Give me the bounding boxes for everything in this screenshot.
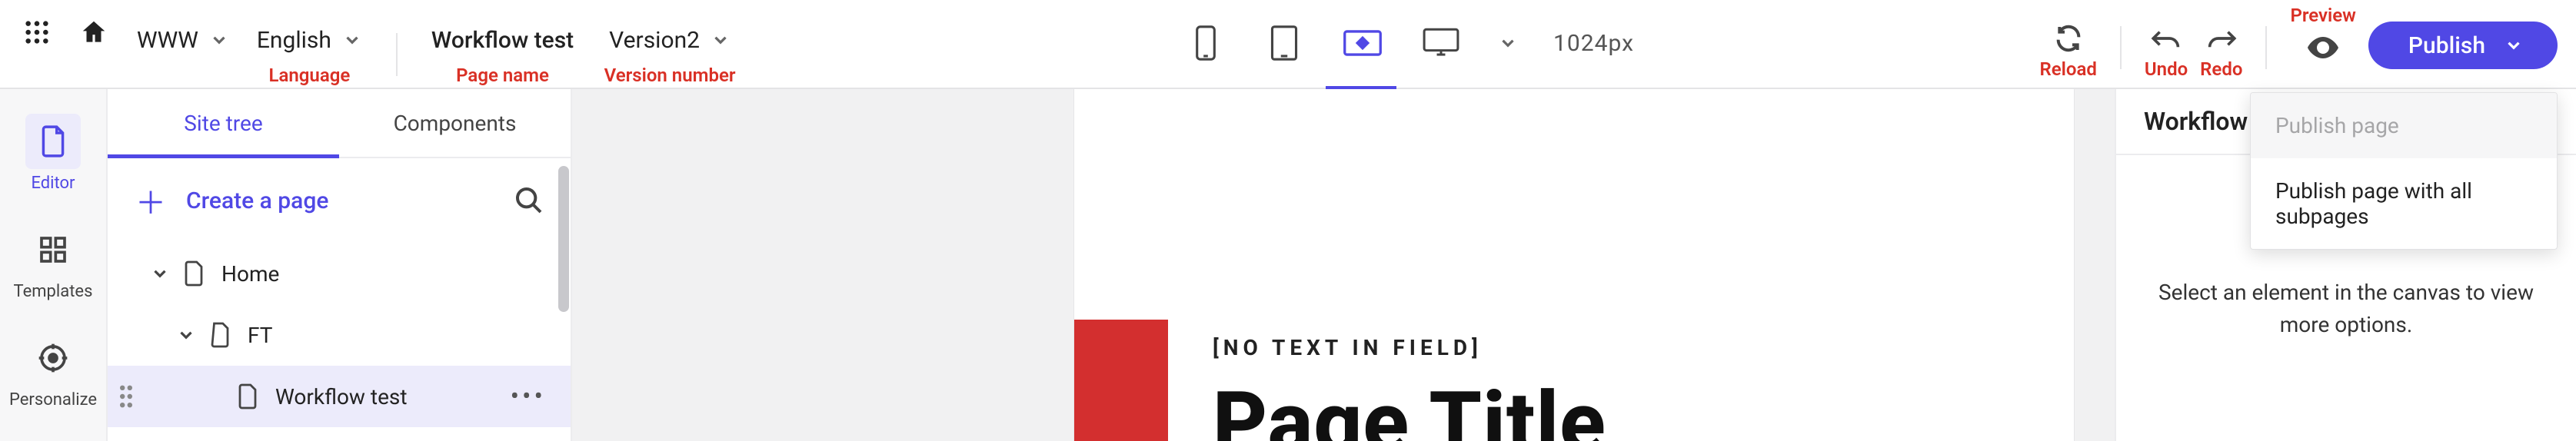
language-caption: Language [269, 65, 351, 86]
divider [2265, 26, 2267, 69]
field-placeholder: [NO TEXT IN FIELD] [1213, 335, 1483, 360]
more-icon[interactable]: ••• [511, 381, 546, 412]
canvas-width-label: 1024px [1553, 30, 1634, 57]
reload-label: Reload [2040, 58, 2097, 80]
device-desktop-icon[interactable] [1419, 22, 1463, 65]
chevron-down-icon[interactable] [143, 264, 177, 284]
left-rail: Editor Templates Personalize [0, 89, 108, 441]
redo-label: Redo [2200, 58, 2242, 80]
chevron-down-icon [711, 30, 731, 50]
file-icon [231, 383, 265, 410]
eye-icon [2301, 26, 2345, 69]
rail-personalize[interactable]: Personalize [0, 320, 106, 420]
scrollbar[interactable] [557, 158, 571, 441]
tree-panel: Site tree Components ＋ Create a page [108, 89, 572, 441]
publish-button[interactable]: Publish [2368, 22, 2558, 69]
tab-components[interactable]: Components [339, 89, 571, 157]
reload-button[interactable]: Reload [2040, 5, 2097, 80]
chevron-down-icon [209, 30, 229, 50]
page-name[interactable]: Workflow test [418, 22, 587, 58]
undo-label: Undo [2145, 58, 2188, 80]
undo-button[interactable]: Undo [2145, 5, 2188, 80]
chevron-down-icon [2504, 35, 2524, 55]
page-title: Page Title [1213, 373, 1606, 441]
redo-button[interactable]: Redo [2200, 5, 2242, 80]
rail-personalize-label: Personalize [9, 390, 97, 410]
page-frame: [NO TEXT IN FIELD] Page Title [1074, 89, 2074, 441]
undo-icon [2149, 22, 2183, 55]
tree-item-ft[interactable]: FT [108, 304, 571, 366]
scrollbar-thumb[interactable] [558, 166, 569, 312]
device-width-dropdown[interactable] [1498, 33, 1518, 53]
site-selector[interactable]: WWW [123, 22, 243, 58]
personalize-icon [25, 330, 81, 386]
version-selector[interactable]: Version2 [595, 22, 744, 58]
hero-red-block [1074, 320, 1168, 441]
device-phone-icon[interactable] [1184, 22, 1227, 65]
rail-templates-label: Templates [14, 282, 93, 301]
site-selector-label: WWW [137, 27, 198, 54]
preview-label: Preview [2290, 5, 2355, 26]
tree-item-label: Home [221, 261, 279, 287]
publish-label: Publish [2408, 32, 2485, 59]
rail-templates[interactable]: Templates [0, 211, 106, 312]
rail-editor[interactable]: Editor [0, 103, 106, 204]
tree-item-label: Workflow test [275, 384, 408, 410]
language-selector[interactable]: English [243, 22, 376, 58]
version-selector-label: Version2 [609, 27, 700, 54]
language-selector-label: English [257, 27, 331, 54]
search-icon[interactable] [514, 185, 544, 216]
device-tablet-landscape-icon[interactable] [1341, 22, 1384, 65]
file-icon [177, 260, 211, 287]
file-icon [203, 321, 237, 349]
publish-menu: Publish page Publish page with all subpa… [2250, 92, 2558, 250]
device-switcher: 1024px [1184, 22, 1634, 65]
page-name-caption: Page name [456, 65, 549, 86]
topbar-left [0, 0, 112, 43]
divider [396, 33, 398, 76]
publish-page-with-subpages-item[interactable]: Publish page with all subpages [2251, 158, 2557, 249]
apps-icon[interactable] [18, 14, 55, 51]
version-caption: Version number [604, 65, 736, 86]
tab-site-tree-label: Site tree [184, 111, 262, 136]
divider [2120, 26, 2122, 69]
inspector-hint: Select an element in the canvas to view … [2150, 277, 2542, 341]
plus-icon: ＋ [134, 178, 168, 223]
topbar-right: Reload Undo Redo Preview Publish [2040, 5, 2558, 80]
redo-icon [2205, 22, 2238, 55]
home-icon[interactable] [75, 14, 112, 51]
page-name-label: Workflow test [431, 27, 574, 54]
tree-item-workflow-test[interactable]: Workflow test ••• [108, 366, 571, 427]
rail-editor-label: Editor [31, 174, 75, 193]
tree-list: Home FT Workflow test [108, 243, 571, 441]
templates-icon [25, 222, 81, 277]
editor-icon [25, 114, 81, 169]
create-page-label: Create a page [186, 187, 328, 214]
device-tablet-portrait-icon[interactable] [1263, 22, 1306, 65]
publish-page-item[interactable]: Publish page [2251, 93, 2557, 158]
tree-tabs: Site tree Components [108, 89, 571, 158]
tab-components-label: Components [394, 111, 517, 136]
drag-handle-icon[interactable] [118, 384, 134, 409]
create-page-button[interactable]: ＋ Create a page [134, 178, 328, 223]
preview-button[interactable]: Preview [2290, 5, 2355, 69]
reload-icon [2052, 22, 2085, 55]
create-page-row: ＋ Create a page [108, 158, 571, 243]
tree-item-home[interactable]: Home [108, 243, 571, 304]
chevron-down-icon[interactable] [169, 325, 203, 345]
tab-site-tree[interactable]: Site tree [108, 89, 339, 157]
chevron-down-icon [342, 30, 362, 50]
top-bar: WWW English Language Workflow test Page … [0, 0, 2576, 89]
tree-item-label: FT [248, 323, 272, 348]
